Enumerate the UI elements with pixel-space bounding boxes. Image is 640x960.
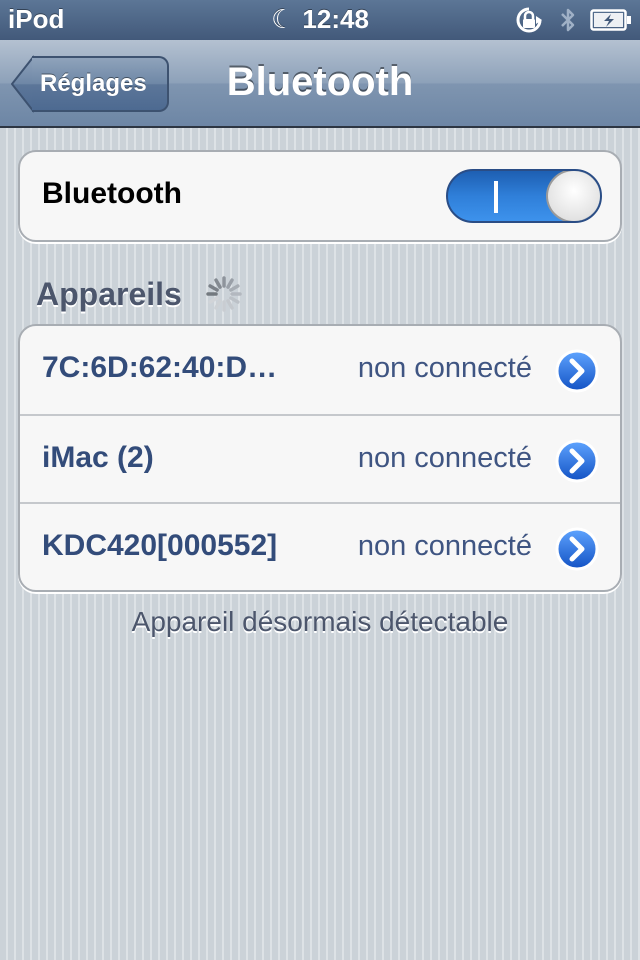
bluetooth-toggle-cell: Bluetooth bbox=[20, 152, 620, 240]
bluetooth-toggle-switch[interactable] bbox=[446, 169, 602, 223]
rotation-lock-icon bbox=[516, 7, 542, 33]
toggle-knob[interactable] bbox=[546, 171, 600, 221]
bluetooth-label: Bluetooth bbox=[42, 177, 182, 210]
bluetooth-icon bbox=[561, 8, 575, 32]
toggle-on-mark bbox=[494, 181, 498, 213]
device-name: KDC420[000552] bbox=[42, 529, 278, 562]
device-row[interactable]: iMac (2) non connecté bbox=[20, 414, 620, 502]
status-bar: iPod ☾ 12:48 bbox=[0, 0, 640, 40]
page-title: Bluetooth bbox=[226, 60, 414, 104]
status-time: 12:48 bbox=[302, 4, 369, 34]
loading-spinner-icon bbox=[206, 276, 242, 312]
device-status: non connecté bbox=[357, 530, 532, 562]
bluetooth-toggle-group: Bluetooth bbox=[18, 150, 622, 242]
device-status: non connecté bbox=[357, 442, 532, 474]
moon-icon: ☾ bbox=[271, 4, 295, 34]
device-name: 7C:6D:62:40:D… bbox=[42, 351, 278, 384]
device-status: non connecté bbox=[357, 352, 532, 384]
navigation-bar: Réglages Bluetooth bbox=[0, 40, 640, 128]
device-row[interactable]: 7C:6D:62:40:D… non connecté bbox=[20, 326, 620, 414]
devices-section-title: Appareils bbox=[36, 275, 182, 312]
status-icons bbox=[512, 6, 632, 34]
discoverable-note: Appareil désormais détectable bbox=[131, 606, 509, 637]
device-name: iMac (2) bbox=[42, 441, 154, 474]
device-row[interactable]: KDC420[000552] non connecté bbox=[20, 502, 620, 590]
detail-disclosure-icon[interactable] bbox=[554, 438, 600, 484]
battery-charging-icon bbox=[590, 9, 631, 31]
devices-list: 7C:6D:62:40:D… non connecté iMac (2) non… bbox=[18, 324, 622, 592]
detail-disclosure-icon[interactable] bbox=[554, 526, 600, 572]
detail-disclosure-icon[interactable] bbox=[554, 348, 600, 394]
devices-section-header: Appareils bbox=[36, 274, 244, 314]
